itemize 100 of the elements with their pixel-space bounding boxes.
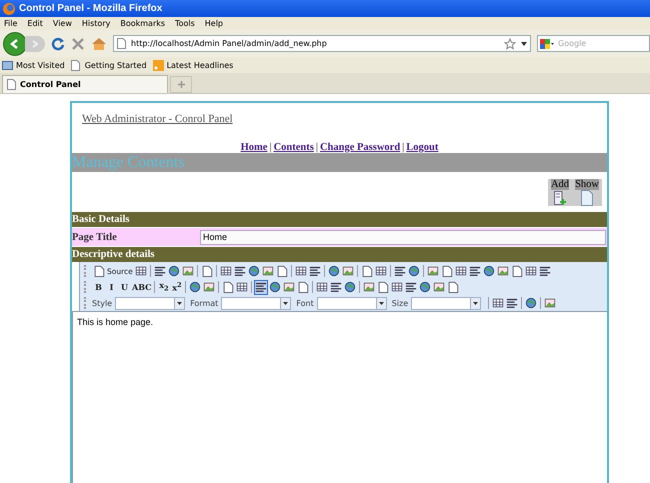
toolbar-button[interactable] [418, 280, 432, 294]
globe-icon [344, 281, 356, 293]
grid-icon [316, 281, 328, 293]
page-icon [7, 79, 16, 90]
page-icon [93, 265, 105, 277]
toolbar-button[interactable] [440, 264, 454, 278]
toolbar-button[interactable] [390, 280, 404, 294]
toolbar-button[interactable]: x$^{2}$ [170, 280, 184, 294]
grid-icon [492, 297, 504, 309]
globe-icon [189, 281, 202, 293]
toolbar-button[interactable]: U [118, 280, 131, 294]
editor-area[interactable]: This is home page. [72, 311, 607, 483]
bookmark-link[interactable]: Latest Headlines [166, 60, 234, 70]
menu-item[interactable]: View [52, 19, 72, 28]
toolbar-button[interactable] [340, 264, 355, 278]
lines-icon [394, 265, 406, 277]
toolbar-button[interactable] [360, 264, 374, 278]
nav-link[interactable]: Change Password [320, 142, 400, 153]
nav-link[interactable]: Logout [406, 142, 438, 153]
toolbar-button[interactable] [362, 280, 376, 294]
dropdown-field[interactable] [115, 296, 186, 310]
toolbar-button[interactable]: B [92, 280, 105, 294]
feed-icon [152, 60, 164, 70]
toolbar-button[interactable] [376, 280, 390, 294]
toolbar-button[interactable] [446, 280, 460, 294]
nav-link[interactable]: Home [240, 142, 268, 153]
dropdown-field[interactable] [221, 296, 292, 310]
toolbar-button[interactable] [510, 264, 524, 278]
toolbar-button[interactable] [202, 280, 216, 294]
nav-link[interactable]: Contents [274, 142, 314, 153]
toolbar-button[interactable] [482, 264, 496, 278]
search-engine-icon[interactable] [540, 38, 554, 50]
toolbar-button[interactable] [496, 264, 510, 278]
toolbar-button[interactable] [134, 264, 148, 278]
lines-icon [405, 281, 418, 293]
toolbar-button[interactable] [221, 280, 236, 294]
toolbar-button[interactable] [200, 264, 214, 278]
toolbar-button[interactable] [315, 280, 330, 294]
menu-item[interactable]: Help [204, 19, 224, 28]
toolbar-button[interactable] [426, 264, 440, 278]
window-title: Control Panel - Mozilla Firefox [19, 3, 162, 14]
toolbar-button[interactable] [246, 264, 261, 278]
section-header: Basic Details [72, 212, 607, 227]
toolbar-button[interactable] [343, 280, 358, 294]
lines-icon [154, 265, 166, 277]
action-button[interactable]: Add [548, 179, 572, 206]
toolbar-button[interactable] [166, 264, 181, 278]
image-icon [342, 265, 354, 277]
toolbar-button[interactable] [524, 296, 538, 310]
menu-item[interactable]: Tools [175, 19, 195, 28]
grid-icon [454, 265, 467, 277]
grid-icon [236, 281, 248, 293]
caret-icon[interactable] [521, 42, 527, 46]
bookmark-link[interactable]: Most Visited [16, 60, 65, 70]
menu-item[interactable]: File [4, 19, 18, 28]
combo-label: Format [190, 298, 218, 308]
globe-icon [525, 297, 538, 309]
dropdown-field[interactable] [411, 296, 482, 310]
dropdown-field[interactable] [316, 296, 387, 310]
toolbar-button[interactable] [454, 264, 468, 278]
toolbar-button[interactable] [274, 264, 289, 278]
nav-separator: | [269, 142, 272, 153]
input-field[interactable]: Home [200, 230, 606, 244]
page-icon [200, 265, 213, 277]
toolbar-button[interactable] [432, 280, 446, 294]
toolbar-button[interactable] [282, 280, 296, 294]
browser-tab[interactable]: Control Panel [2, 75, 168, 93]
back-button[interactable] [3, 32, 27, 56]
toolbar-button[interactable] [543, 296, 558, 310]
bookmark-link[interactable]: Getting Started [84, 60, 147, 70]
toolbar-button[interactable]: I [105, 280, 118, 294]
toolbar-button[interactable] [254, 280, 268, 294]
toolbar-button[interactable] [491, 296, 506, 310]
menu-item[interactable]: History [82, 19, 110, 28]
action-button[interactable]: Show [573, 179, 601, 206]
reload-icon[interactable] [51, 36, 65, 50]
menu-item[interactable]: Edit [27, 19, 43, 28]
globe-icon [168, 265, 180, 277]
toolbar-button[interactable] [296, 280, 310, 294]
toolbar-button[interactable] [374, 264, 388, 278]
nav-separator: | [402, 142, 404, 153]
toolbar-button[interactable]: x$_{2}$ [157, 280, 170, 294]
toolbar-button[interactable] [235, 280, 250, 294]
address-bar[interactable]: http://localhost/Admin Panel/admin/add_new.php [113, 35, 531, 52]
toolbar-button[interactable] [180, 264, 195, 278]
toolbar-button[interactable] [218, 264, 233, 278]
toolbar-button[interactable] [294, 264, 308, 278]
toolbar-button[interactable] [260, 264, 275, 278]
nav-separator: | [316, 142, 318, 153]
url-text: http://localhost/Admin Panel/admin/add_new.php [131, 39, 328, 48]
toolbar-button[interactable] [188, 280, 202, 294]
toolbar-button[interactable]: ABC [131, 280, 152, 294]
toolbar-button[interactable] [406, 264, 421, 278]
toolbar-button[interactable] [524, 264, 538, 278]
star-icon[interactable] [504, 38, 516, 50]
menu-item[interactable]: Bookmarks [120, 19, 166, 28]
editor-text: This is home page. [77, 317, 154, 327]
arrow-right-icon [31, 40, 39, 48]
toolbar-button[interactable] [268, 280, 282, 294]
toolbar-button[interactable] [326, 264, 341, 278]
